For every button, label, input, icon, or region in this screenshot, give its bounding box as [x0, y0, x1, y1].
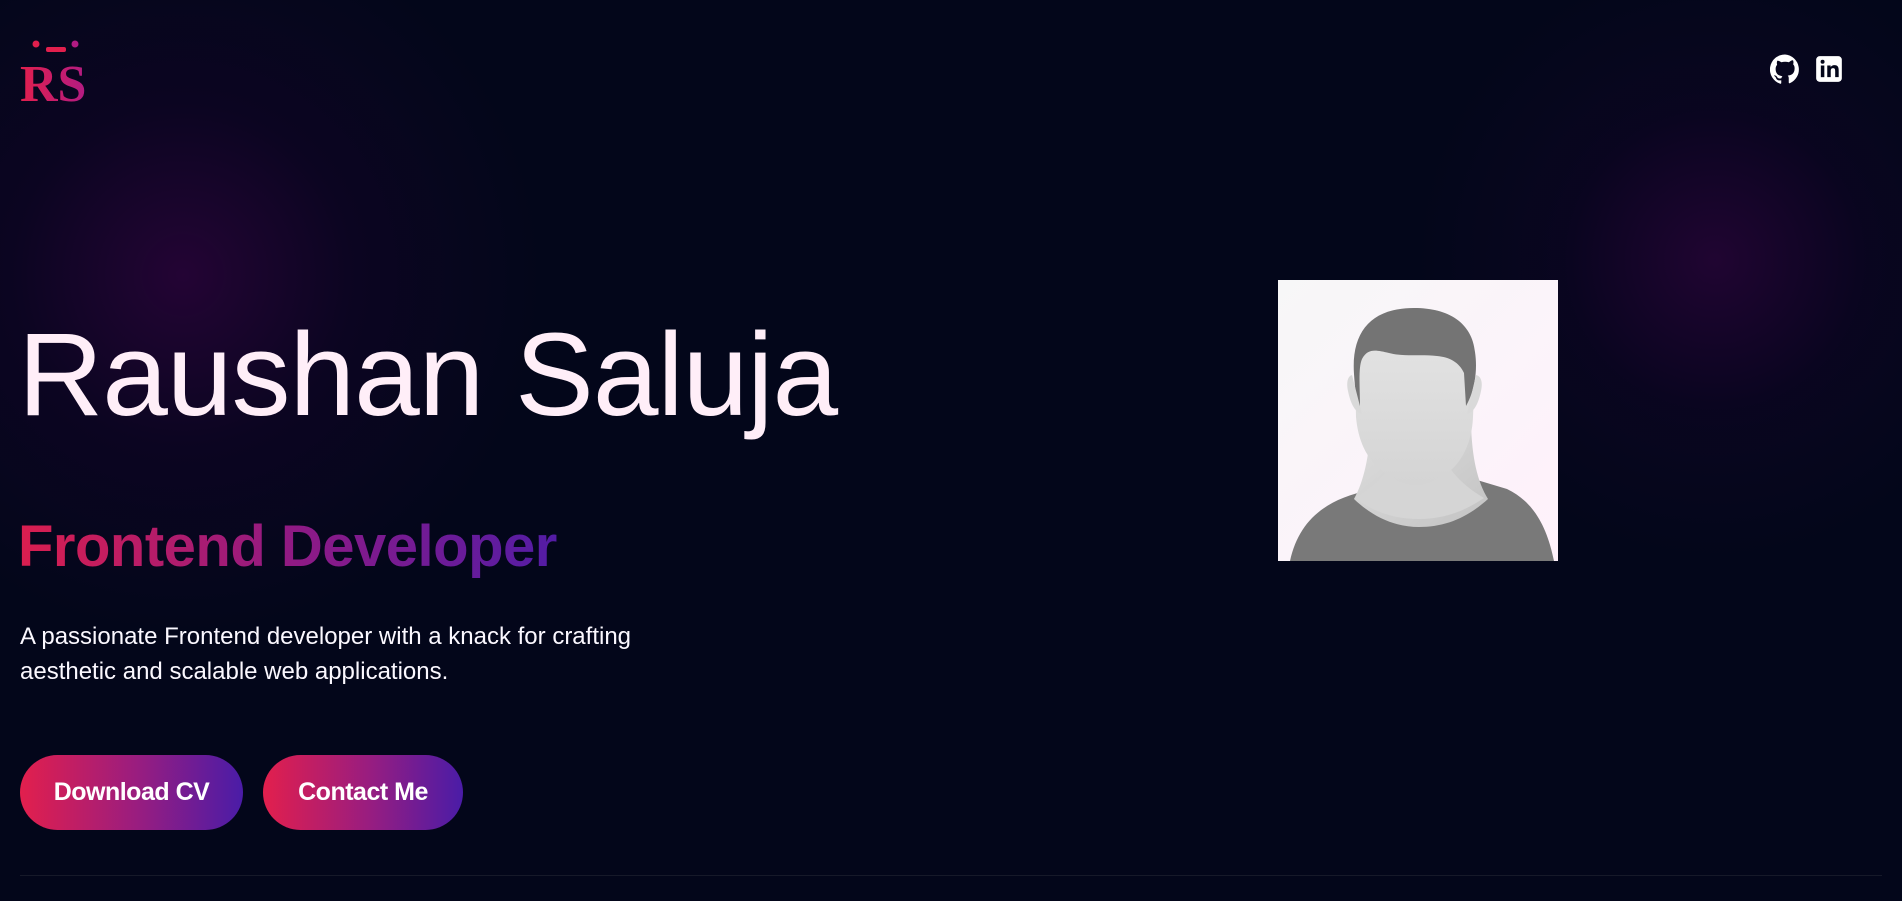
- linkedin-link[interactable]: [1814, 54, 1844, 84]
- contact-me-button[interactable]: Contact Me: [263, 755, 463, 830]
- developer-role: Frontend Developer: [18, 514, 557, 579]
- download-cv-button[interactable]: Download CV: [20, 755, 243, 830]
- hero-actions: Download CV Contact Me: [20, 755, 463, 830]
- section-divider: [20, 875, 1882, 876]
- profile-portrait: [1278, 280, 1558, 561]
- developer-description: A passionate Frontend developer with a k…: [20, 623, 632, 685]
- linkedin-icon: [1816, 56, 1842, 82]
- profile-avatar-placeholder-icon: [1290, 308, 1554, 561]
- logo-text: RS: [20, 56, 86, 105]
- portfolio-home-page: RS Raushan Saluja Frontend Developer A p…: [0, 0, 1902, 901]
- site-logo[interactable]: RS: [20, 39, 98, 105]
- github-link[interactable]: [1770, 54, 1800, 84]
- github-icon: [1770, 54, 1799, 84]
- rs-monogram-logo-icon: RS: [20, 40, 86, 105]
- developer-name: Raushan Saluja: [18, 309, 838, 441]
- social-links: [1770, 54, 1844, 84]
